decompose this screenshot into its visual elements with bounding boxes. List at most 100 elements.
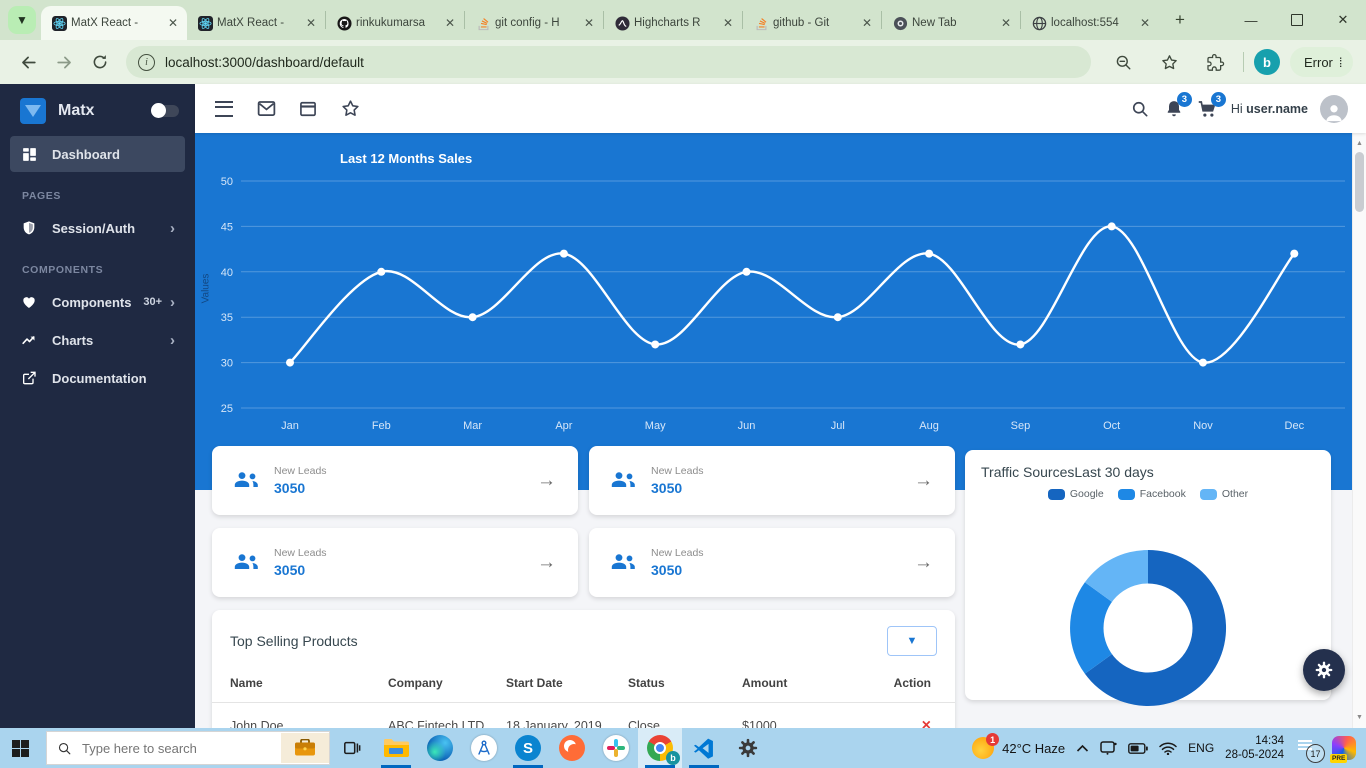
arrow-right-icon[interactable]: → [537, 470, 556, 492]
taskbar-slack[interactable] [594, 728, 638, 768]
search-icon[interactable] [1129, 98, 1151, 120]
site-info-icon[interactable]: i [138, 54, 155, 71]
tab-highcharts[interactable]: Highcharts R ✕ [604, 6, 742, 40]
tab-git-config[interactable]: git config - H ✕ [465, 6, 603, 40]
error-menu-button[interactable]: Error ⁞ [1290, 47, 1353, 77]
browser-profile-avatar[interactable]: b [1254, 49, 1280, 75]
cast-screen-icon[interactable] [1100, 741, 1117, 755]
tab-close-icon[interactable]: ✕ [998, 15, 1014, 31]
taskbar-file-explorer[interactable] [374, 728, 418, 768]
traffic-card-title: Traffic SourcesLast 30 days [981, 464, 1331, 480]
cart-button[interactable]: 3 [1197, 98, 1219, 120]
settings-fab-button[interactable] [1303, 649, 1345, 691]
sales-line-chart: 504540353025JanFebMarAprMayJunJulAugSepO… [195, 133, 1352, 495]
window-minimize-button[interactable]: — [1228, 0, 1274, 40]
legend-item-other[interactable]: Other [1200, 488, 1248, 500]
fullscreen-window-icon[interactable] [297, 98, 319, 120]
cell-action: × [892, 703, 955, 729]
chevron-up-icon[interactable] [1076, 744, 1089, 753]
table-title: Top Selling Products [230, 633, 887, 649]
language-indicator[interactable]: ENG [1188, 741, 1214, 755]
people-icon [611, 471, 639, 491]
tab-close-icon[interactable]: ✕ [442, 15, 458, 31]
window-close-button[interactable]: ✕ [1320, 0, 1366, 40]
tab-close-icon[interactable]: ✕ [165, 15, 181, 31]
sidebar-item-dashboard[interactable]: Dashboard [10, 136, 185, 172]
notifications-bell-button[interactable]: 3 [1163, 98, 1185, 120]
column-header: Action [892, 666, 955, 703]
sidebar-item-documentation[interactable]: Documentation [10, 360, 185, 396]
tab-search-chevron-icon[interactable]: ▼ [8, 6, 36, 34]
scroll-down-icon[interactable]: ▼ [1356, 714, 1363, 721]
bookmark-star-icon[interactable] [1154, 47, 1184, 77]
sidebar-item-components[interactable]: Components 30+ › [10, 284, 185, 320]
sidebar-item-session-auth[interactable]: Session/Auth › [10, 210, 185, 246]
battery-icon[interactable] [1128, 743, 1148, 754]
extensions-icon[interactable] [1200, 47, 1230, 77]
stat-card-new-leads-2[interactable]: New Leads 3050 → [589, 446, 955, 515]
reload-icon[interactable] [85, 47, 115, 77]
brand-row: Matx [0, 84, 195, 134]
mail-icon[interactable] [255, 98, 277, 120]
tab-github-profile[interactable]: rinkukumarsa ✕ [326, 6, 464, 40]
taskbar-weather[interactable]: 1 42°C Haze [972, 737, 1065, 759]
tab-close-icon[interactable]: ✕ [1137, 15, 1153, 31]
sidebar-mode-toggle[interactable] [153, 105, 179, 117]
sidebar-item-charts[interactable]: Charts › [10, 322, 185, 358]
page-scrollbar[interactable]: ▲ ▼ [1352, 133, 1366, 728]
taskbar-search-box[interactable] [46, 731, 330, 765]
tab-new-tab[interactable]: New Tab ✕ [882, 6, 1020, 40]
cell-start-date: 18 January, 2019 [506, 703, 628, 729]
wifi-icon[interactable] [1159, 742, 1177, 755]
windows-taskbar: S b 1 42°C Haze [0, 728, 1366, 768]
tab-matx-react-2[interactable]: MatX React - ✕ [187, 6, 325, 40]
taskbar-drawing-app[interactable] [462, 728, 506, 768]
forward-icon[interactable] [49, 47, 79, 77]
taskbar-settings[interactable] [726, 728, 770, 768]
tab-title: MatX React - [71, 17, 161, 29]
tab-close-icon[interactable]: ✕ [859, 15, 875, 31]
weather-badge: 1 [986, 733, 999, 746]
zoom-out-icon[interactable] [1108, 47, 1138, 77]
task-view-button[interactable] [330, 728, 374, 768]
arrow-right-icon[interactable]: → [914, 470, 933, 492]
back-icon[interactable] [13, 47, 43, 77]
menu-hamburger-icon[interactable] [213, 98, 235, 120]
taskbar-postman[interactable] [550, 728, 594, 768]
tab-close-icon[interactable]: ✕ [720, 15, 736, 31]
delete-x-icon[interactable]: × [922, 717, 931, 728]
arrow-right-icon[interactable]: → [914, 552, 933, 574]
tab-matx-react-1[interactable]: MatX React - ✕ [41, 6, 187, 40]
new-tab-button[interactable]: + [1167, 7, 1193, 33]
user-avatar[interactable] [1320, 95, 1348, 123]
screen: { "browser": { "tabs": [ {"title": "MatX… [0, 0, 1366, 768]
taskbar-search-input[interactable] [80, 740, 281, 757]
scrollbar-thumb[interactable] [1355, 152, 1364, 212]
tab-close-icon[interactable]: ✕ [303, 15, 319, 31]
table-filter-dropdown[interactable]: ▼ [887, 626, 937, 656]
address-bar[interactable]: i localhost:3000/dashboard/default [126, 46, 1091, 78]
stat-card-new-leads-3[interactable]: New Leads 3050 → [212, 528, 578, 597]
briefcase-zone[interactable] [281, 733, 329, 763]
taskbar-clock[interactable]: 14:34 28-05-2024 [1225, 734, 1284, 762]
notification-center-button[interactable]: 17 [1295, 736, 1321, 760]
taskbar-edge[interactable] [418, 728, 462, 768]
taskbar-chrome[interactable]: b [638, 728, 682, 768]
stat-card-new-leads-1[interactable]: New Leads 3050 → [212, 446, 578, 515]
taskbar-skype[interactable]: S [506, 728, 550, 768]
tab-github-git[interactable]: github - Git ✕ [743, 6, 881, 40]
dashboard-appbar: 3 3 Hi user.name [195, 84, 1366, 133]
scroll-up-icon[interactable]: ▲ [1356, 140, 1363, 147]
copilot-icon[interactable]: PRE [1332, 736, 1356, 760]
tab-close-icon[interactable]: ✕ [581, 15, 597, 31]
window-restore-button[interactable] [1274, 0, 1320, 40]
chevron-right-icon: › [170, 294, 175, 311]
legend-item-google[interactable]: Google [1048, 488, 1104, 500]
legend-item-facebook[interactable]: Facebook [1118, 488, 1186, 500]
tab-localhost[interactable]: localhost:554 ✕ [1021, 6, 1159, 40]
taskbar-vscode[interactable] [682, 728, 726, 768]
arrow-right-icon[interactable]: → [537, 552, 556, 574]
star-icon[interactable] [339, 98, 361, 120]
start-button[interactable] [0, 728, 40, 768]
stat-card-new-leads-4[interactable]: New Leads 3050 → [589, 528, 955, 597]
